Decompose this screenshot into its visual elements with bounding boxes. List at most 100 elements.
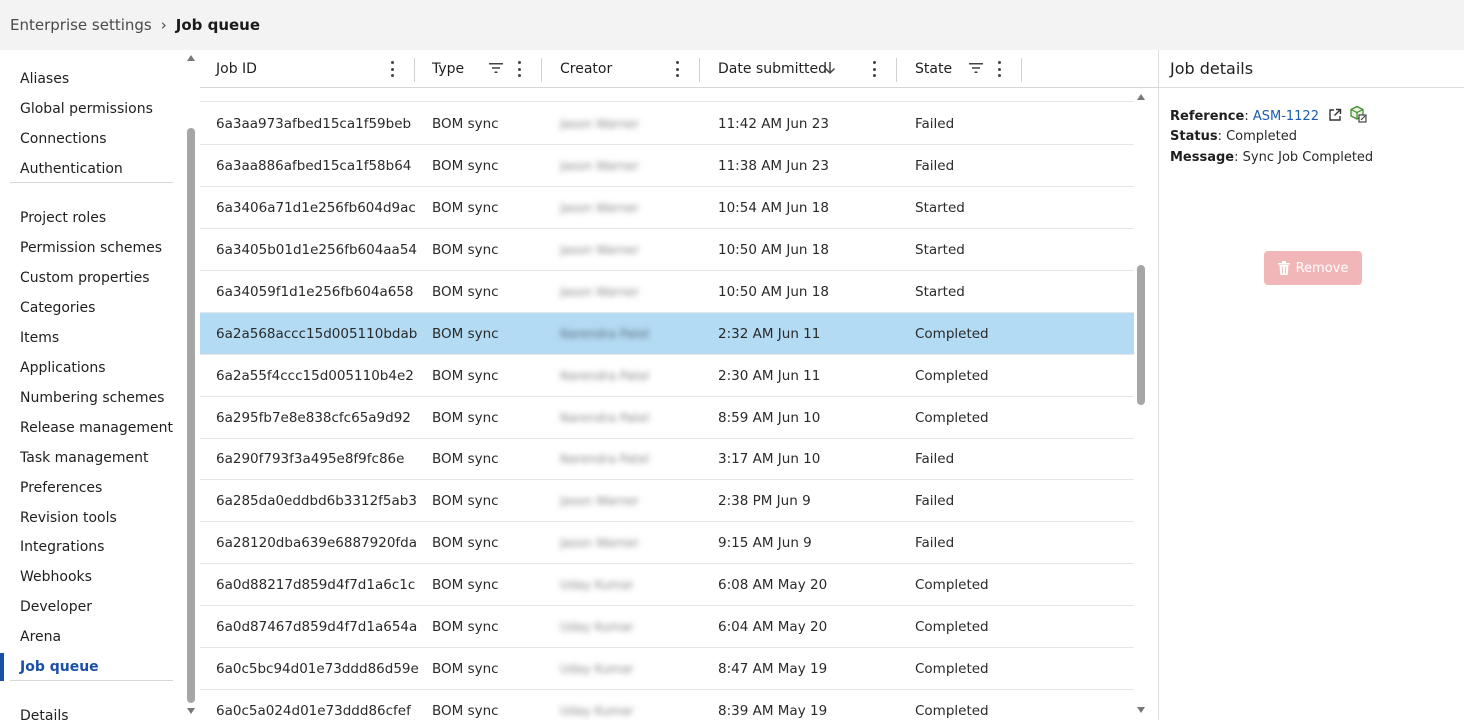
table-row[interactable]: 6a0c5a024d01e73ddd86cfef BOM sync 8:39 AM …: [200, 690, 1134, 720]
cell-state: Completed: [915, 410, 989, 426]
breadcrumb-parent[interactable]: Enterprise settings: [10, 16, 152, 34]
message-label: Message: [1170, 150, 1235, 165]
table-scroll-up-icon[interactable]: [1137, 94, 1145, 100]
cell-type: BOM sync: [432, 116, 499, 132]
sidebar-item-authentication[interactable]: Authentication: [20, 158, 123, 180]
table-row[interactable]: 6a295fb7e8e838cfc65a9d92 BOM sync 8:59 AM …: [200, 397, 1134, 439]
column-resize-handle[interactable]: [896, 58, 897, 82]
remove-button-label: Remove: [1295, 260, 1349, 276]
cell-type: BOM sync: [432, 703, 499, 719]
sidebar-item-webhooks[interactable]: Webhooks: [20, 566, 92, 588]
trash-icon: [1277, 261, 1290, 275]
table-row[interactable]: 6a3aa973afbed15ca1f59beb BOM sync 11:42 AM…: [200, 103, 1134, 145]
table-row-selected[interactable]: 6a2a568accc15d005110bdab BOM sync 2:32 AM …: [200, 313, 1134, 355]
cell-state: Completed: [915, 661, 989, 677]
sidebar-item-connections[interactable]: Connections: [20, 128, 107, 150]
external-link-icon[interactable]: [1328, 108, 1342, 122]
cell-type: BOM sync: [432, 326, 499, 342]
sidebar-item-revision-tools[interactable]: Revision tools: [20, 507, 117, 529]
date-column-menu-icon[interactable]: [873, 60, 877, 78]
cell-state: Failed: [915, 535, 955, 551]
sidebar-item-permission-schemes[interactable]: Permission schemes: [20, 237, 162, 259]
cell-date-submitted: 2:30 AM Jun 11: [718, 368, 821, 384]
sidebar-item-integrations[interactable]: Integrations: [20, 536, 104, 558]
sidebar-item-applications[interactable]: Applications: [20, 357, 106, 379]
column-resize-handle[interactable]: [1021, 58, 1022, 82]
table-row[interactable]: 6a285da0eddbd6b3312f5ab3 BOM sync 2:38 PM …: [200, 480, 1134, 522]
reference-link[interactable]: ASM-1122: [1253, 109, 1319, 124]
table-row[interactable]: 6a0d88217d859d4f7d1a6c1c BOM sync 6:08 AM …: [200, 564, 1134, 606]
table-row[interactable]: 6a2a55f4ccc15d005110b4e2 BOM sync 2:30 AM …: [200, 355, 1134, 397]
sidebar-item-release-management[interactable]: Release management: [20, 417, 173, 439]
open-in-cad-cube-icon[interactable]: [1349, 105, 1367, 123]
details-divider: [1159, 87, 1464, 88]
sidebar-item-project-roles[interactable]: Project roles: [20, 207, 106, 229]
cell-state: Started: [915, 200, 965, 216]
sidebar: Aliases Global permissions Connections Auth…: [0, 50, 200, 720]
column-header-state[interactable]: State: [915, 50, 952, 88]
sidebar-item-arena[interactable]: Arena: [20, 626, 61, 648]
sidebar-item-global-permissions[interactable]: Global permissions: [20, 98, 153, 120]
sidebar-scroll-down-icon[interactable]: [187, 708, 195, 714]
state-filter-icon[interactable]: [969, 62, 983, 74]
remove-button[interactable]: Remove: [1264, 251, 1362, 285]
column-resize-handle[interactable]: [541, 58, 542, 82]
cell-date-submitted: 10:50 AM Jun 18: [718, 284, 829, 300]
cell-date-submitted: 8:59 AM Jun 10: [718, 410, 821, 426]
sidebar-item-developer[interactable]: Developer: [20, 596, 92, 618]
table-row[interactable]: 6a0d87467d859d4f7d1a654a BOM sync 6:04 AM …: [200, 606, 1134, 648]
detail-message: Message: Sync Job Completed: [1170, 150, 1374, 165]
active-indicator: [0, 653, 4, 681]
sidebar-item-categories[interactable]: Categories: [20, 297, 95, 319]
table-row[interactable]: 6a28120dba639e6887920fda BOM sync 9:15 AM …: [200, 522, 1134, 564]
cell-type: BOM sync: [432, 619, 499, 635]
cell-state: Completed: [915, 577, 989, 593]
table-row[interactable]: 6a0c5bc94d01e73ddd86d59e BOM sync 8:47 AM …: [200, 648, 1134, 690]
sidebar-item-preferences[interactable]: Preferences: [20, 477, 102, 499]
sidebar-item-details[interactable]: Details: [20, 705, 69, 720]
type-column-menu-icon[interactable]: [518, 60, 522, 78]
cell-state: Failed: [915, 451, 955, 467]
sort-descending-icon[interactable]: [824, 60, 836, 76]
table-row[interactable]: 6a3aa886afbed15ca1f58b64 BOM sync 11:38 AM…: [200, 145, 1134, 187]
column-header-creator[interactable]: Creator: [560, 50, 612, 88]
table-row[interactable]: 6a290f793f3a495e8f9fc86e BOM sync 3:17 AM …: [200, 438, 1134, 480]
cell-date-submitted: 11:38 AM Jun 23: [718, 158, 829, 174]
column-resize-handle[interactable]: [699, 58, 700, 82]
sidebar-scroll-up-icon[interactable]: [187, 55, 195, 61]
cell-creator-blurred: Jason Warner: [560, 243, 640, 257]
cell-job-id: 6a0d87467d859d4f7d1a654a: [216, 619, 418, 635]
table-scroll-thumb[interactable]: [1137, 265, 1145, 405]
message-value: Sync Job Completed: [1242, 150, 1374, 165]
cell-date-submitted: 10:54 AM Jun 18: [718, 200, 829, 216]
status-label: Status: [1170, 129, 1218, 144]
type-filter-icon[interactable]: [489, 62, 503, 74]
column-resize-handle[interactable]: [414, 58, 415, 82]
sidebar-item-job-queue[interactable]: Job queue: [20, 656, 99, 678]
breadcrumb-chevron-icon: ›: [160, 16, 167, 34]
cell-state: Started: [915, 242, 965, 258]
sidebar-item-aliases[interactable]: Aliases: [20, 68, 69, 90]
sidebar-item-custom-properties[interactable]: Custom properties: [20, 267, 150, 289]
cell-creator-blurred: Uday Kumar: [560, 662, 634, 676]
column-header-job-id[interactable]: Job ID: [216, 50, 257, 88]
column-header-date-submitted[interactable]: Date submitted: [718, 50, 827, 88]
cell-creator-blurred: Narendra Patel: [560, 327, 650, 341]
table-row[interactable]: 6a3406a71d1e256fb604d9ac BOM sync 10:54 AM…: [200, 187, 1134, 229]
cell-job-id: 6a3405b01d1e256fb604aa54: [216, 242, 418, 258]
state-column-menu-icon[interactable]: [998, 60, 1002, 78]
sidebar-scroll-thumb[interactable]: [187, 128, 195, 703]
cell-creator-blurred: Jason Warner: [560, 117, 640, 131]
job-id-column-menu-icon[interactable]: [391, 60, 395, 78]
table-row[interactable]: 6a3405b01d1e256fb604aa54 BOM sync 10:50 AM…: [200, 229, 1134, 271]
sidebar-item-numbering-schemes[interactable]: Numbering schemes: [20, 387, 164, 409]
sidebar-item-items[interactable]: Items: [20, 327, 59, 349]
cell-type: BOM sync: [432, 661, 499, 677]
cell-state: Failed: [915, 493, 955, 509]
creator-column-menu-icon[interactable]: [676, 60, 680, 78]
cell-job-id: 6a285da0eddbd6b3312f5ab3: [216, 493, 417, 509]
table-row[interactable]: 6a34059f1d1e256fb604a658 BOM sync 10:50 AM…: [200, 271, 1134, 313]
sidebar-item-task-management[interactable]: Task management: [20, 447, 148, 469]
table-scroll-down-icon[interactable]: [1137, 707, 1145, 713]
column-header-type[interactable]: Type: [432, 50, 464, 88]
